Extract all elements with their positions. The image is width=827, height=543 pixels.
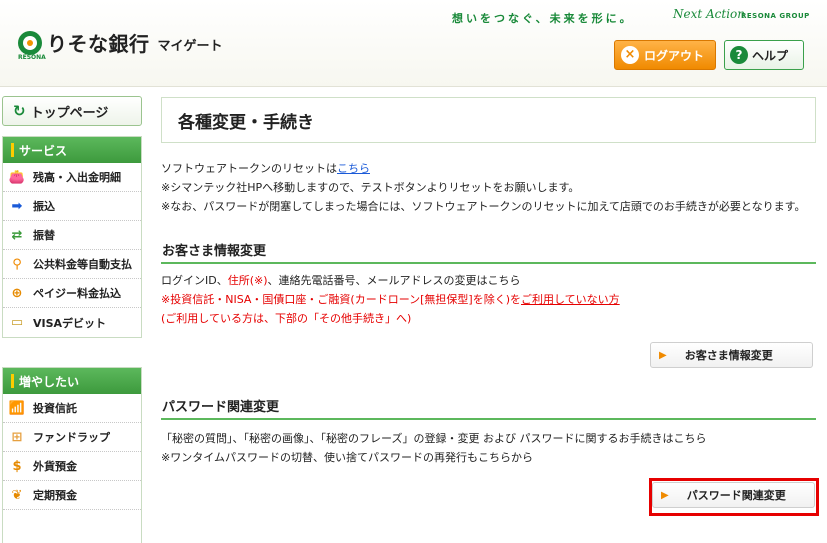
sidebar-item-label: ペイジー料金払込 [33,287,121,300]
wallet-icon: 👛 [8,169,26,185]
sidebar-item-label: ファンドラップ [33,431,110,444]
sidebar-item-exchange[interactable]: ⇄ 振替 [3,221,141,250]
customer-info-heading: お客さま情報変更 [161,240,816,264]
transfer-icon: ➡ [11,198,23,214]
logo-suffix: マイゲート [157,39,223,54]
resona-mark-icon [18,30,42,55]
grow-panel: 増やしたい 📶 投資信託 ⊞ ファンドラップ $ 外貨預金 ❦ 定期預金 [2,367,142,543]
sidebar-item-label: 公共料金等自動支払 [33,258,132,271]
address-note: 住所(※) [227,274,268,287]
bag-icon: ❦ [11,487,23,503]
token-reset-link[interactable]: こちら [337,162,370,175]
help-label: ヘルプ [752,48,789,63]
sidebar-item-label: VISAデビット [33,316,107,330]
dollar-icon: $ [12,458,22,474]
sidebar-item-label: 定期預金 [33,489,77,502]
token-note-2: ※なお、パスワードが閉塞してしまった場合には、ソフトウェアトークンのリセットに加… [161,200,806,213]
sidebar-item-label: 投資信託 [33,402,77,415]
customer-info-line1: ログインID、住所(※)、連絡先電話番号、メールアドレスの変更はこちら [161,272,521,290]
sidebar-item-label: 残高・入出金明細 [33,171,121,184]
payeasy-icon: ⊕ [11,285,23,301]
sidebar-item-transfer[interactable]: ➡ 振込 [3,192,141,221]
page-title: 各種変更・手続き [161,97,816,143]
grow-title: 増やしたい [19,374,80,389]
password-line2: ※ワンタイムパスワードの切替、使い捨てパスワードの再発行もこちらから [161,451,533,464]
token-reset-line: ソフトウェアトークンのリセットはこちら [161,160,370,178]
close-icon: × [621,46,639,64]
service-header: サービス [3,137,141,163]
customer-info-line3: (ご利用している方は、下部の「その他手続き」へ) [161,312,412,325]
faucet-icon: ⚲ [12,256,22,272]
not-using-link[interactable]: ご利用していない方 [521,293,620,306]
group-name: RESONA GROUP [741,12,810,20]
refresh-icon: ↻ [13,102,26,120]
sidebar-item-balance[interactable]: 👛 残高・入出金明細 [3,163,141,192]
password-line1: 「秘密の質問」、「秘密の画像」、「秘密のフレーズ」の登録・変更 および パスワー… [161,432,707,445]
header: りそな銀行 マイゲート RESONA 想いをつなぐ、未来を形に。 Next Ac… [0,0,827,87]
help-button[interactable]: ? ヘルプ [724,40,804,70]
customer-text-b: 、連絡先電話番号、メールアドレスの変更はこちら [267,274,521,287]
sidebar-item-label: 振替 [33,229,55,242]
sidebar-item-time-deposit[interactable]: ❦ 定期預金 [3,481,141,510]
tagline: 想いをつなぐ、未来を形に。 [452,12,634,25]
customer-text-a: ログインID、 [161,274,228,287]
exchange-icon: ⇄ [11,227,23,243]
sidebar-item-label: 振込 [33,200,55,213]
logo-text: りそな銀行 [47,32,150,56]
service-title: サービス [19,143,68,158]
sidebar-item-visa-debit[interactable]: ▭ VISAデビット [3,308,141,337]
password-heading: パスワード関連変更 [161,396,816,420]
sidebar-item-investment-trust[interactable]: 📶 投資信託 [3,394,141,423]
token-note-1: ※シマンテック社HPへ移動しますので、テストボタンよりリセットをお願いします。 [161,181,580,194]
logout-button[interactable]: × ログアウト [614,40,716,70]
sidebar-item-foreign-deposit[interactable]: $ 外貨預金 [3,452,141,481]
gift-icon: ⊞ [11,429,23,445]
sidebar-item-fund-wrap[interactable]: ⊞ ファンドラップ [3,423,141,452]
question-icon: ? [730,46,748,64]
resona-logo[interactable]: りそな銀行 マイゲート [18,28,223,57]
top-page-label: トップページ [30,105,109,121]
sidebar-item-label: 外貨預金 [33,460,77,473]
logout-label: ログアウト [644,48,705,63]
chart-icon: 📶 [8,400,26,416]
sidebar-item-payeasy[interactable]: ⊕ ペイジー料金払込 [3,279,141,308]
customer-info-line2: ※投資信託・NISA・国債口座・ご融資(カードローン[無担保型]を除く)をご利用… [161,291,620,309]
token-reset-text: ソフトウェアトークンのリセットは [161,162,337,175]
customer-info-change-label: お客さま情報変更 [684,349,773,362]
logo-sub: RESONA [18,54,46,61]
sidebar-item-utility[interactable]: ⚲ 公共料金等自動支払 [3,250,141,279]
arrow-right-icon: ▶ [659,349,667,361]
top-page-button[interactable]: ↻ トップページ [2,96,142,126]
service-panel: サービス 👛 残高・入出金明細 ➡ 振込 ⇄ 振替 ⚲ 公共料金等自動支払 ⊕ … [2,136,142,338]
customer-info-change-button[interactable]: ▶ お客さま情報変更 [650,342,813,368]
highlight-box [649,478,819,516]
grow-header: 増やしたい [3,368,141,394]
customer-warning: ※投資信託・NISA・国債口座・ご融資(カードローン[無担保型]を除く)を [161,293,522,306]
tagline-script: Next Action [673,7,746,21]
card-icon: ▭ [10,315,24,330]
